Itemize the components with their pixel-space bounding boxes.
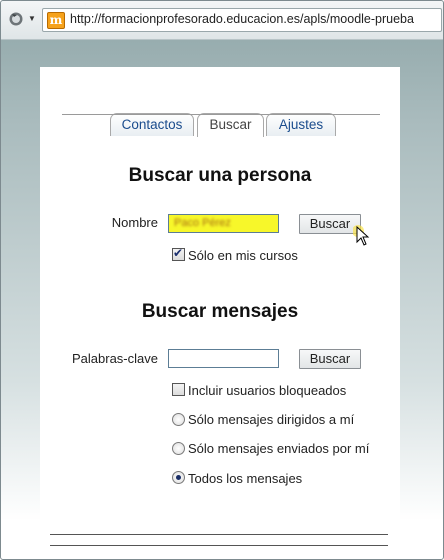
browser-toolbar: ▼ m http://formacionprofesorado.educacio… xyxy=(1,1,443,40)
tab-contactos[interactable]: Contactos xyxy=(110,113,194,136)
radio-sent-by-me[interactable] xyxy=(172,442,185,455)
tab-underline xyxy=(62,114,380,115)
only-my-courses-label: Sólo en mis cursos xyxy=(188,248,298,263)
include-blocked-checkbox[interactable] xyxy=(172,383,185,396)
name-input-value: Paco Pérez xyxy=(174,217,231,229)
name-label: Nombre xyxy=(111,215,158,230)
search-messages-heading: Buscar mensajes xyxy=(141,301,299,322)
only-my-courses-checkbox[interactable] xyxy=(172,246,185,261)
tab-ajustes[interactable]: Ajustes xyxy=(266,113,336,136)
search-messages-button[interactable]: Buscar xyxy=(299,349,361,369)
address-bar[interactable]: m http://formacionprofesorado.educacion.… xyxy=(42,8,442,32)
footer-divider-bottom xyxy=(50,545,388,546)
mouse-cursor-icon xyxy=(353,225,370,246)
radio-all-messages[interactable] xyxy=(172,471,185,484)
include-blocked-label: Incluir usuarios bloqueados xyxy=(188,383,347,398)
keywords-input[interactable] xyxy=(168,349,279,368)
name-input[interactable]: Paco Pérez xyxy=(168,214,279,233)
moodle-favicon-icon: m xyxy=(47,12,65,29)
search-person-button[interactable]: Buscar xyxy=(299,214,361,234)
footer-divider-top xyxy=(50,534,388,535)
radio-sent-to-me-label: Sólo mensajes dirigidos a mí xyxy=(188,412,355,427)
tab-bar: Contactos Buscar Ajustes xyxy=(40,89,400,137)
radio-sent-to-me[interactable] xyxy=(172,413,185,426)
messages-page: Contactos Buscar Ajustes Buscar una pers… xyxy=(40,67,400,559)
search-person-heading: Buscar una persona xyxy=(128,165,312,186)
browser-window: ▼ m http://formacionprofesorado.educacio… xyxy=(0,0,444,560)
tab-buscar[interactable]: Buscar xyxy=(197,113,264,137)
radio-all-messages-label: Todos los mensajes xyxy=(188,471,303,486)
keywords-label: Palabras-clave xyxy=(72,351,158,366)
radio-sent-by-me-label: Sólo mensajes enviados por mí xyxy=(188,441,370,456)
history-dropdown-icon[interactable]: ▼ xyxy=(28,14,36,23)
url-text[interactable]: http://formacionprofesorado.educacion.es… xyxy=(70,12,414,26)
back-icon[interactable] xyxy=(8,11,24,27)
